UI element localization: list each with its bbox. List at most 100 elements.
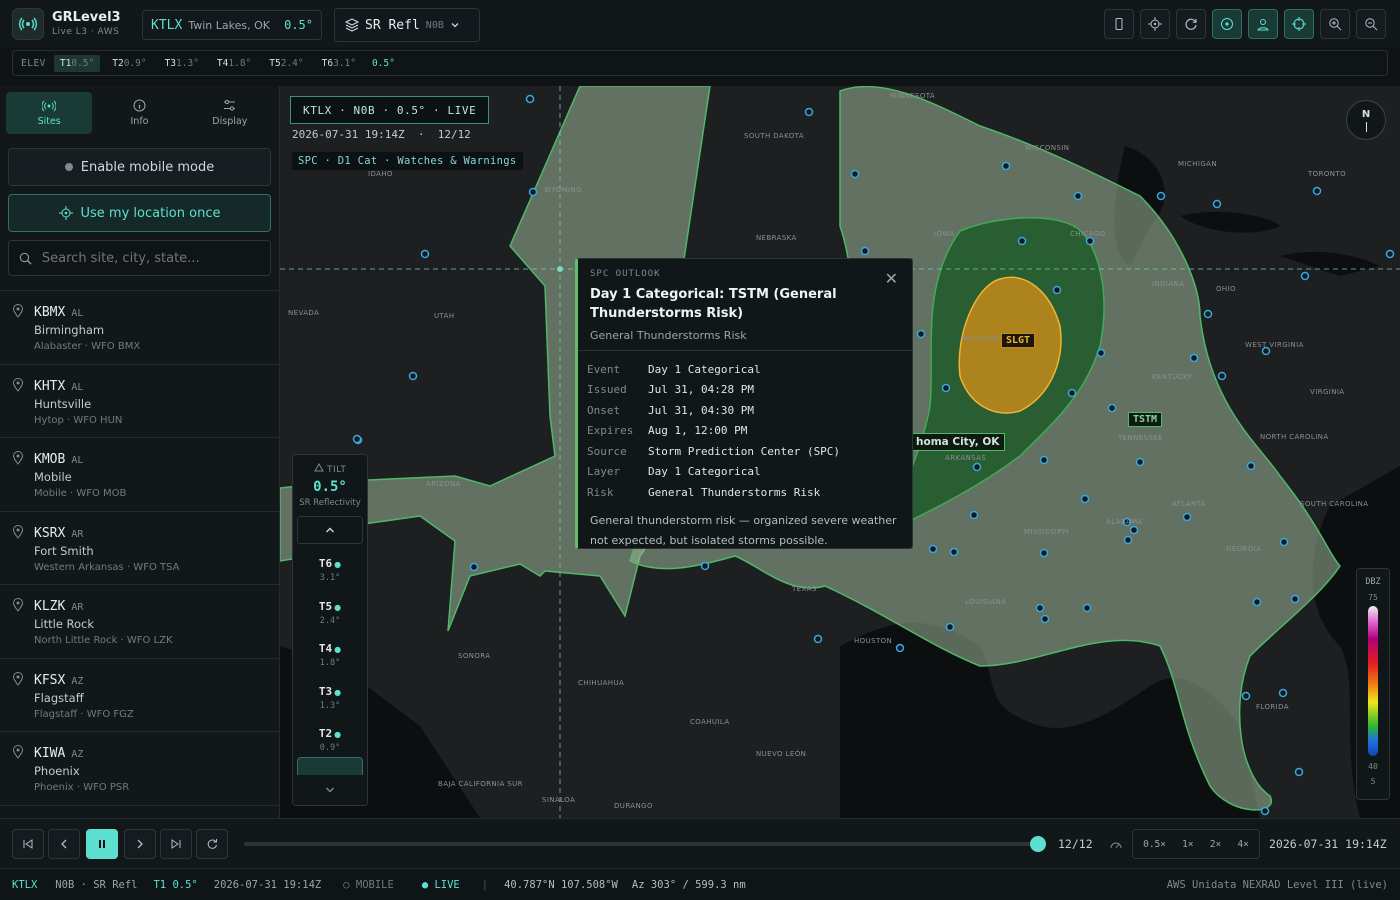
site-city: Fort Smith bbox=[34, 543, 94, 558]
site-list-item[interactable]: KLZK AR Little Rock North Little Rock · WFO… bbox=[0, 585, 279, 659]
search-input[interactable] bbox=[41, 250, 260, 266]
step-back-button[interactable] bbox=[48, 829, 80, 859]
tilt-button[interactable]: T41.8° bbox=[211, 55, 257, 72]
compass-icon[interactable]: N bbox=[1346, 100, 1386, 140]
map-pin-icon bbox=[12, 377, 24, 396]
skip-end-icon bbox=[171, 839, 181, 849]
broadcast-icon bbox=[42, 100, 57, 111]
radar-map[interactable]: MINNESOTA SOUTH DAKOTA WISCONSIN MICHIGA… bbox=[280, 86, 1400, 818]
tilt-button[interactable]: T63.1° bbox=[316, 55, 362, 72]
map-label: CHICAGO bbox=[1070, 230, 1106, 238]
site-code: KTLX bbox=[151, 17, 183, 33]
site-list-item[interactable]: KFSX AZ Flagstaff Flagstaff · WFO FGZ bbox=[0, 659, 279, 732]
tab-label: Sites bbox=[37, 115, 61, 127]
device-mobile-icon[interactable] bbox=[1104, 9, 1134, 39]
globe-icon[interactable] bbox=[1284, 9, 1314, 39]
site-city: Flagstaff bbox=[34, 690, 84, 705]
product-selector[interactable]: SR Refl N0B bbox=[334, 8, 480, 42]
target-icon[interactable] bbox=[1212, 9, 1242, 39]
site-list-item[interactable]: KBMX AL Birmingham Alabaster · WFO BMX bbox=[0, 291, 279, 365]
map-pin-icon bbox=[12, 744, 24, 763]
timeline-handle[interactable] bbox=[1030, 836, 1046, 852]
site-list-item[interactable]: KSRX AR Fort Smith Western Arkansas · WFO T… bbox=[0, 512, 279, 585]
site-city: Birmingham bbox=[34, 323, 105, 337]
tilt-item[interactable]: T2 ● 0.9° bbox=[293, 714, 367, 757]
radar-site-marker bbox=[1096, 348, 1106, 358]
site-meta: Hytop · WFO HUN bbox=[34, 414, 123, 426]
close-icon[interactable]: ✕ bbox=[885, 269, 898, 288]
map-label: MISSOURI bbox=[962, 335, 1000, 343]
site-search[interactable] bbox=[8, 240, 271, 276]
crosshair-icon[interactable] bbox=[1140, 9, 1170, 39]
speed-option[interactable]: 0.5× bbox=[1143, 839, 1166, 850]
tilt-item[interactable]: T6 ● 3.1° bbox=[293, 544, 367, 587]
radar-site-marker bbox=[1001, 161, 1011, 171]
tilt-name: T2 bbox=[318, 727, 333, 740]
site-selector[interactable]: KTLX Twin Lakes, OK 0.5° bbox=[142, 10, 322, 40]
speed-option[interactable]: 2× bbox=[1210, 839, 1221, 850]
radar-site-marker bbox=[941, 383, 951, 393]
tilt-degree: 1.8° bbox=[319, 658, 341, 668]
map-label: VIRGINIA bbox=[1310, 388, 1345, 396]
site-city: Huntsville bbox=[34, 396, 92, 411]
map-label: MICHIGAN bbox=[1178, 160, 1217, 168]
compass-label: N bbox=[1361, 108, 1371, 120]
map-label: WEST VIRGINIA bbox=[1245, 341, 1304, 349]
zoom-out-icon[interactable] bbox=[1356, 9, 1386, 39]
tab-info[interactable]: Info bbox=[96, 92, 182, 134]
site-location: Twin Lakes, OK bbox=[188, 18, 270, 32]
status-mobile: ○ MOBILE bbox=[343, 878, 394, 891]
tilt-down-button[interactable] bbox=[293, 775, 367, 805]
tab-sites[interactable]: Sites bbox=[6, 92, 93, 134]
radar-site-marker bbox=[1156, 191, 1166, 201]
tilt-button[interactable]: T31.3° bbox=[159, 55, 205, 72]
radar-site-marker bbox=[916, 329, 926, 339]
site-state: AL bbox=[71, 455, 84, 466]
user-pin-icon[interactable] bbox=[1248, 9, 1278, 39]
map-label: SOUTH DAKOTA bbox=[744, 132, 804, 140]
tilt-button[interactable]: T10.5° bbox=[53, 54, 101, 72]
map-pin-icon bbox=[12, 450, 24, 469]
site-list-item[interactable]: KMOB AL Mobile Mobile · WFO MOB bbox=[0, 438, 279, 512]
city-label: homa City, OK bbox=[910, 433, 1006, 451]
radar-site-marker bbox=[1212, 199, 1222, 209]
site-list-item[interactable]: KYUX bbox=[0, 806, 279, 819]
tilt-button[interactable]: T20.9° bbox=[106, 55, 152, 72]
map-label: DURANGO bbox=[614, 802, 653, 810]
radar-logo-icon[interactable] bbox=[12, 8, 44, 40]
radar-site-marker bbox=[1040, 614, 1050, 624]
radar-site-marker bbox=[850, 169, 860, 179]
site-list-item[interactable]: KIWA AZ Phoenix Phoenix · WFO PSR bbox=[0, 732, 279, 806]
tilt-item[interactable]: T5 ● 2.4° bbox=[293, 587, 367, 630]
radar-site-marker bbox=[1241, 691, 1251, 701]
tilt-button[interactable]: T52.4° bbox=[263, 55, 309, 72]
skip-end-button[interactable] bbox=[160, 829, 192, 859]
timeline-track[interactable] bbox=[244, 842, 1038, 846]
speed-selector: 0.5× 1× 2× 4× bbox=[1132, 829, 1260, 859]
legend-unit: DBZ bbox=[1365, 577, 1381, 587]
tilt-item[interactable]: T3 ● 1.3° bbox=[293, 672, 367, 715]
use-location-button[interactable]: Use my location once bbox=[8, 194, 271, 232]
map-label: ALABAMA bbox=[1106, 518, 1143, 526]
site-state: AR bbox=[71, 528, 84, 540]
radar-site-marker bbox=[1182, 512, 1192, 522]
radar-site-marker bbox=[525, 94, 535, 104]
step-forward-button[interactable] bbox=[124, 829, 156, 859]
speed-option[interactable]: 1× bbox=[1182, 839, 1193, 850]
tab-display[interactable]: Display bbox=[187, 92, 273, 134]
speed-option[interactable]: 4× bbox=[1237, 839, 1248, 850]
refresh-icon[interactable] bbox=[1176, 9, 1206, 39]
tilt-up-button[interactable] bbox=[297, 516, 363, 544]
loop-button[interactable] bbox=[196, 829, 228, 859]
refresh-icon bbox=[207, 839, 217, 849]
map-pin-icon bbox=[12, 303, 24, 322]
pause-button[interactable] bbox=[86, 829, 118, 859]
sliders-icon bbox=[224, 99, 236, 111]
tilt-item[interactable]: T4 ● 1.8° bbox=[293, 629, 367, 672]
skip-start-button[interactable] bbox=[12, 829, 44, 859]
tilt-product: SR Reflectivity bbox=[299, 498, 361, 508]
enable-mobile-button[interactable]: Enable mobile mode bbox=[8, 148, 271, 186]
zoom-in-icon[interactable] bbox=[1320, 9, 1350, 39]
legend-top: 75 bbox=[1368, 593, 1378, 602]
site-list-item[interactable]: KHTX AL Huntsville Hytop · WFO HUN bbox=[0, 365, 279, 438]
